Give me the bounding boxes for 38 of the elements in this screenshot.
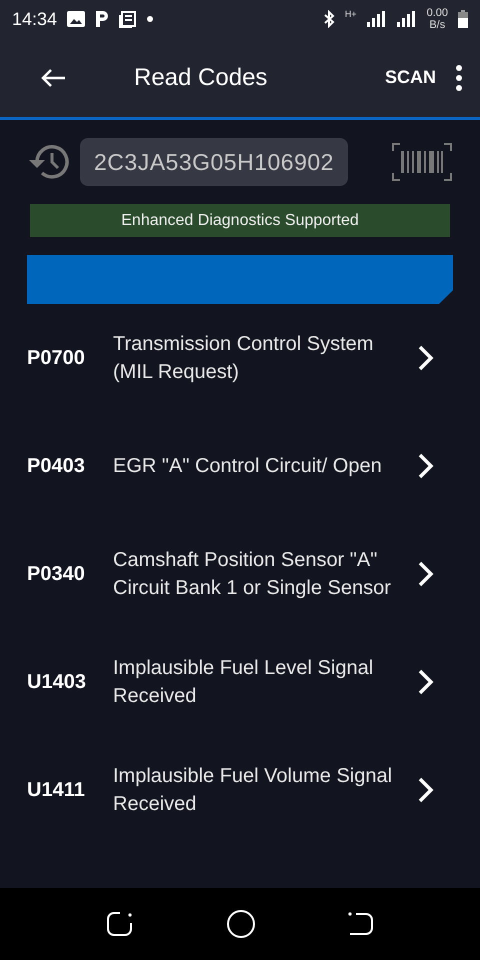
chevron-icon[interactable] [417, 560, 435, 588]
code-description[interactable]: Camshaft Position Sensor "A" Circuit Bank 1 or Single Sensor [113, 546, 403, 602]
network-type: H+ [344, 9, 357, 19]
image-icon [67, 11, 86, 27]
back-arrow-icon[interactable] [40, 68, 66, 88]
history-icon[interactable] [28, 143, 70, 181]
scan-button[interactable]: SCAN [384, 67, 436, 88]
trouble-code[interactable]: U1411 [0, 778, 113, 802]
speed-value: 0.00 [426, 7, 448, 19]
trouble-code[interactable]: U1403 [0, 670, 113, 694]
chevron-icon[interactable] [417, 668, 435, 696]
speed-unit: B/s [429, 19, 446, 31]
status-time: 14:34 [12, 8, 58, 30]
recents-icon[interactable] [106, 911, 134, 937]
trouble-code[interactable]: P0403 [0, 454, 113, 478]
home-icon[interactable] [226, 909, 256, 939]
p-logo-icon [95, 10, 110, 28]
battery-icon [458, 10, 468, 28]
chevron-icon[interactable] [417, 776, 435, 804]
signal-icon [366, 11, 387, 27]
code-description[interactable]: Transmission Control System (MIL Request) [113, 330, 403, 386]
code-description[interactable]: Implausible Fuel Level Signal Received [113, 654, 403, 710]
code-description[interactable]: EGR "A" Control Circuit/ Open [113, 452, 403, 480]
screen-title: Read Codes [134, 64, 268, 92]
bluetooth-icon [322, 10, 335, 28]
trouble-code[interactable]: P0340 [0, 562, 113, 586]
news-icon [119, 10, 138, 28]
more-menu-icon[interactable] [456, 64, 462, 90]
code-description[interactable]: Implausible Fuel Volume Signal Received [113, 762, 403, 818]
vin-field[interactable]: 2C3JA53G05H106902 [80, 138, 348, 186]
dot-icon [147, 16, 154, 22]
signal-icon [396, 11, 417, 27]
chevron-icon[interactable] [417, 452, 435, 480]
chevron-icon[interactable] [417, 344, 435, 372]
barcode-scan-icon[interactable] [392, 143, 452, 181]
back-icon[interactable] [348, 911, 374, 937]
trouble-code[interactable]: P0700 [0, 346, 113, 370]
enhanced-diagnostics-banner: Enhanced Diagnostics Supported [30, 204, 450, 237]
